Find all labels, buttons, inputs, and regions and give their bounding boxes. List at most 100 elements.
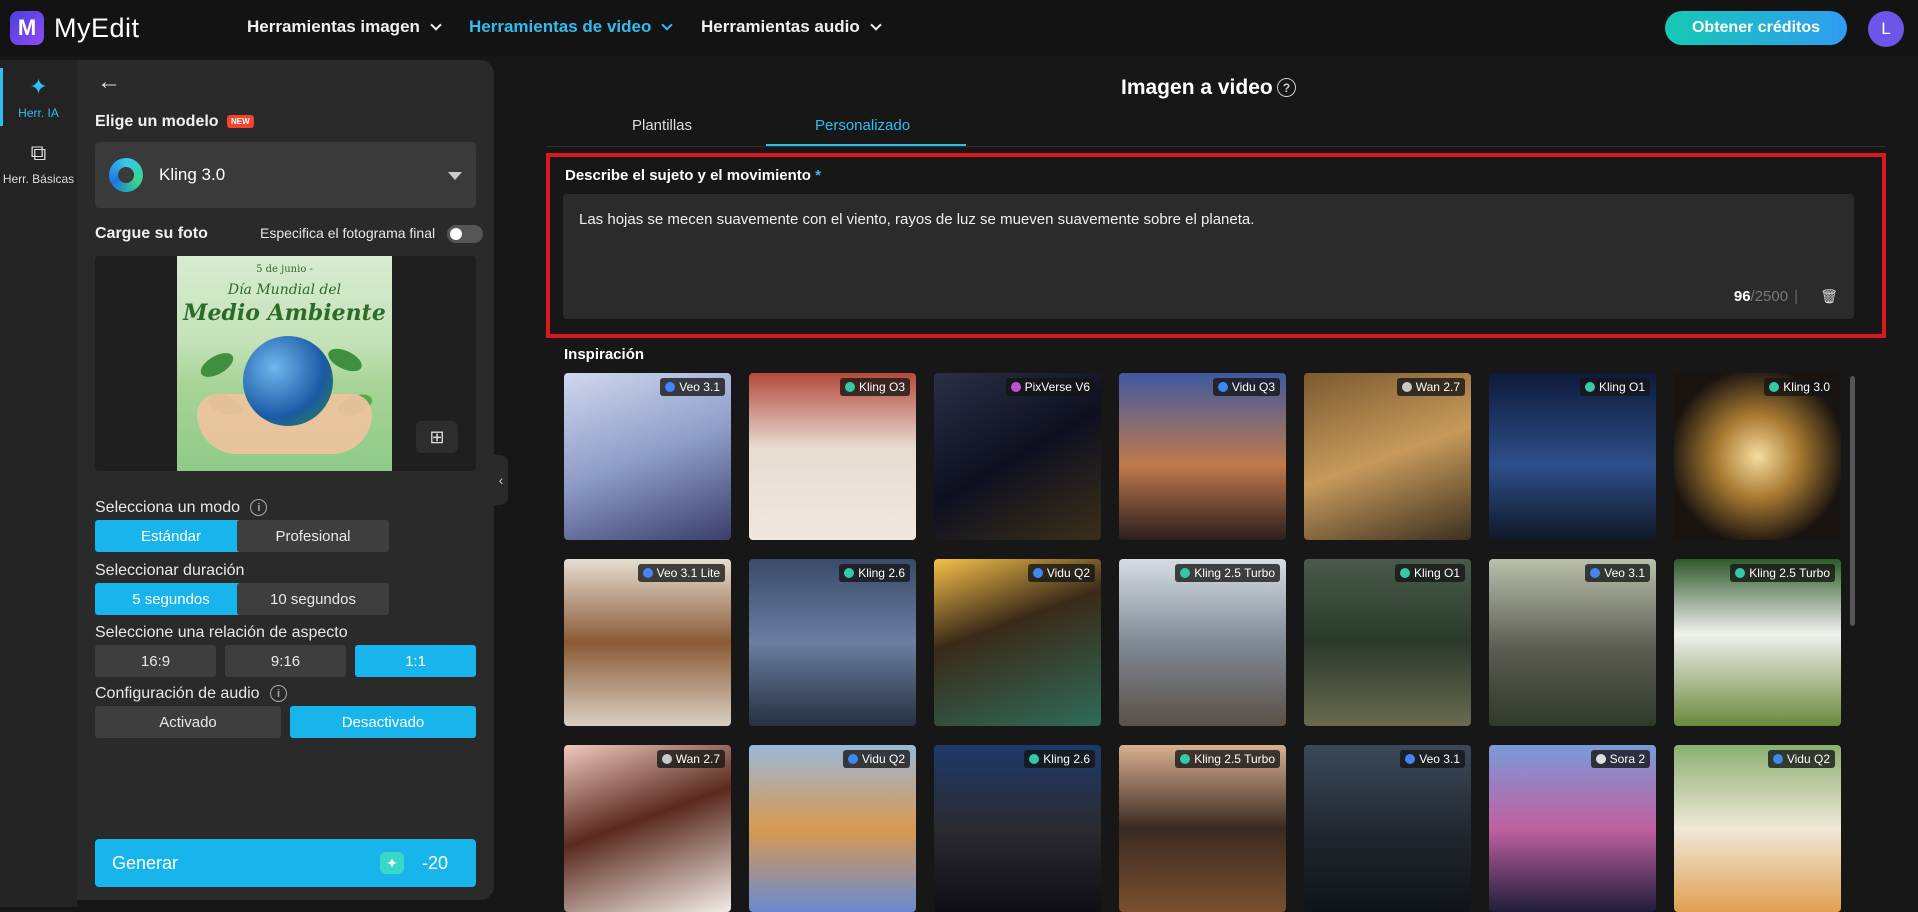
magic-wand-icon: ✦ (29, 74, 48, 99)
model-logo-icon (844, 382, 855, 392)
inspiration-card[interactable]: Kling 2.6 (749, 559, 916, 726)
audio-on-button[interactable]: Activado (95, 706, 281, 738)
rail-item-herr-ia[interactable]: ✦ Herr. IA (0, 68, 77, 126)
photo-text-line2: Día Mundial del (227, 282, 342, 298)
mode-standard-button[interactable]: Estándar (95, 520, 247, 552)
leaf-shape (196, 348, 238, 382)
prompt-textarea[interactable]: Las hojas se mecen suavemente con el vie… (563, 194, 1854, 319)
model-tag-label: Sora 2 (1609, 752, 1645, 766)
model-tag: Veo 3.1 (660, 378, 725, 396)
inspiration-card[interactable]: Wan 2.7 (1304, 373, 1471, 540)
model-tag: Veo 3.1 (1585, 564, 1650, 582)
inspiration-card[interactable]: Vidu Q3 (1119, 373, 1286, 540)
char-count-max: /2500 (1750, 288, 1789, 305)
inspiration-card[interactable]: Vidu Q2 (1674, 745, 1841, 912)
model-tag: Kling 2.5 Turbo (1175, 564, 1280, 582)
layers-icon: ⧉ (30, 140, 47, 165)
nav-herramientas-imagen[interactable]: Herramientas imagen (247, 17, 442, 37)
top-bar: M MyEdit Herramientas imagen Herramienta… (0, 0, 1918, 56)
info-icon[interactable]: i (250, 499, 268, 517)
tabs-divider (546, 146, 1886, 147)
prompt-text: Las hojas se mecen suavemente con el vie… (579, 211, 1255, 228)
app-logo[interactable]: M MyEdit (10, 11, 140, 45)
audio-heading: Configuración de audio i (95, 685, 288, 703)
inspiration-card[interactable]: Veo 3.1 (1489, 559, 1656, 726)
inspiration-card[interactable]: Kling 2.5 Turbo (1119, 559, 1286, 726)
aspect-9-16-button[interactable]: 9:16 (225, 645, 346, 677)
rail-item-herr-basicas[interactable]: ⧉ Herr. Básicas (0, 140, 77, 186)
inspiration-card[interactable]: Veo 3.1 (1304, 745, 1471, 912)
model-tag-label: Vidu Q2 (1046, 566, 1090, 580)
model-tag: Kling O1 (1394, 564, 1465, 582)
collapse-panel-chevron-icon[interactable]: ‹ (494, 455, 508, 505)
final-frame-toggle[interactable] (446, 225, 483, 244)
info-icon[interactable]: i (270, 685, 288, 703)
tab-personalizado[interactable]: Personalizado (815, 117, 910, 134)
help-icon[interactable]: ? (1277, 78, 1296, 97)
model-tag-label: Kling 2.5 Turbo (1194, 566, 1275, 580)
mode-label: Selecciona un modo (95, 499, 240, 516)
nav-herramientas-audio[interactable]: Herramientas audio (701, 17, 882, 37)
inspiration-card[interactable]: Wan 2.7 (564, 745, 731, 912)
model-logo-icon (642, 568, 653, 578)
avatar[interactable]: L (1868, 11, 1904, 47)
back-arrow-icon[interactable]: ← (97, 68, 121, 96)
chevron-down-icon (661, 18, 674, 31)
inspiration-card[interactable]: Kling O1 (1489, 373, 1656, 540)
model-logo-icon (1180, 754, 1191, 764)
model-selected-value: Kling 3.0 (159, 165, 226, 184)
model-logo-icon (1590, 568, 1601, 578)
kling-logo-icon (109, 158, 143, 192)
model-tag-label: Kling 2.6 (1043, 752, 1090, 766)
nav-herramientas-video[interactable]: Herramientas de video (469, 17, 674, 37)
model-logo-icon (1399, 568, 1410, 578)
inspiration-card[interactable]: PixVerse V6 (934, 373, 1101, 540)
model-logo-icon (1029, 754, 1040, 764)
aspect-16-9-button[interactable]: 16:9 (95, 645, 216, 677)
trash-icon[interactable]: 🗑 (1820, 288, 1838, 305)
mode-professional-button[interactable]: Profesional (237, 520, 389, 552)
inspiration-card[interactable]: Veo 3.1 Lite (564, 559, 731, 726)
model-tag-label: Kling 2.6 (858, 566, 905, 580)
counter-separator: | (1794, 288, 1798, 305)
crop-icon[interactable]: ⊞ (416, 421, 458, 453)
inspiration-card[interactable]: Kling 2.5 Turbo (1674, 559, 1841, 726)
duration-10s-button[interactable]: 10 segundos (237, 583, 389, 615)
duration-5s-button[interactable]: 5 segundos (95, 583, 247, 615)
model-tag-label: Vidu Q2 (1786, 752, 1830, 766)
inspiration-card[interactable]: Kling 2.6 (934, 745, 1101, 912)
model-tag-label: Vidu Q3 (1231, 380, 1275, 394)
upload-area[interactable]: 5 de junio - Día Mundial del Medio Ambie… (95, 256, 476, 471)
required-marker: * (815, 167, 821, 184)
model-label: Elige un modelo (95, 113, 219, 130)
model-logo-icon (1180, 568, 1191, 578)
dropdown-arrow-icon (448, 172, 462, 180)
photo-text-line3: Medio Ambiente (183, 300, 386, 326)
model-select[interactable]: Kling 3.0 (95, 142, 476, 208)
model-tag: Vidu Q3 (1212, 378, 1280, 396)
inspiration-card[interactable]: Kling 2.5 Turbo (1119, 745, 1286, 912)
inspiration-card[interactable]: Vidu Q2 (749, 745, 916, 912)
new-badge: NEW (227, 115, 254, 129)
inspiration-card[interactable]: Kling 3.0 (1674, 373, 1841, 540)
model-tag: Veo 3.1 Lite (637, 564, 725, 582)
inspiration-card[interactable]: Vidu Q2 (934, 559, 1101, 726)
inspiration-card[interactable]: Veo 3.1 (564, 373, 731, 540)
model-tag-label: Wan 2.7 (1415, 380, 1460, 394)
model-tag: Kling O1 (1579, 378, 1650, 396)
tab-plantillas[interactable]: Plantillas (632, 117, 692, 134)
get-credits-button[interactable]: Obtener créditos (1665, 11, 1847, 45)
audio-off-button[interactable]: Desactivado (290, 706, 476, 738)
grid-scrollbar[interactable] (1850, 376, 1855, 626)
model-tag: Kling 3.0 (1764, 378, 1835, 396)
char-counter: 96/2500 | (1734, 288, 1804, 305)
inspiration-card[interactable]: Kling O1 (1304, 559, 1471, 726)
rail-item-label: Herr. Básicas (2, 172, 75, 186)
aspect-1-1-button[interactable]: 1:1 (355, 645, 476, 677)
generate-button[interactable]: Generar ✦ -20 (95, 839, 476, 887)
model-tag: Vidu Q2 (1027, 564, 1095, 582)
chevron-down-icon (430, 18, 442, 31)
aspect-label: Seleccione una relación de aspecto (95, 624, 348, 641)
inspiration-card[interactable]: Sora 2 (1489, 745, 1656, 912)
inspiration-card[interactable]: Kling O3 (749, 373, 916, 540)
